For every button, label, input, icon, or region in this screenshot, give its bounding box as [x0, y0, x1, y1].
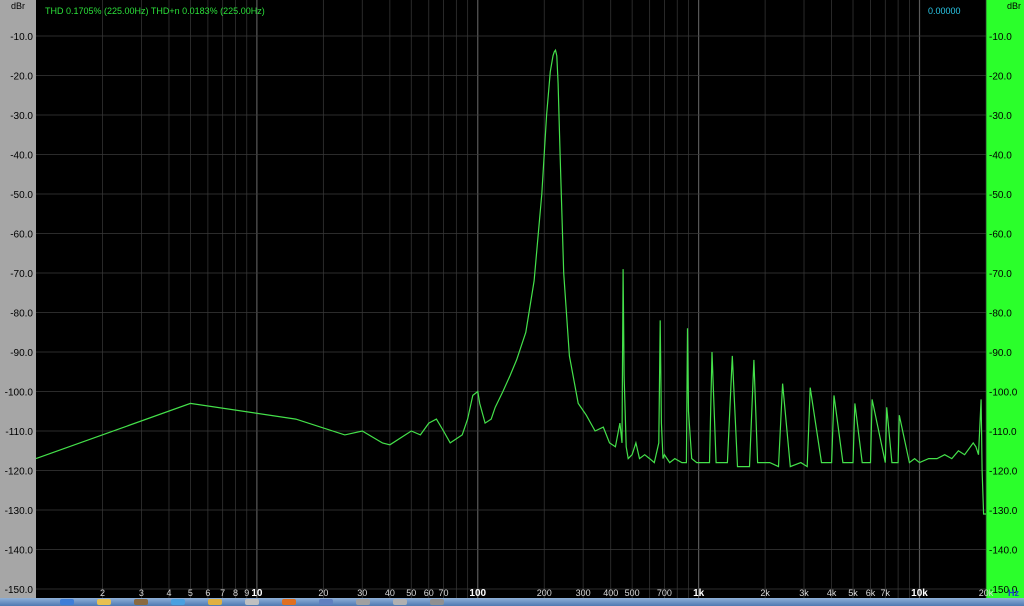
firefox-icon[interactable]: [282, 599, 296, 605]
x-tick-label: 4k: [827, 588, 837, 598]
x-tick-label: 6k: [866, 588, 876, 598]
y-tick-label: -150.0: [5, 585, 34, 596]
x-tick-label: 30: [357, 588, 367, 598]
plot-area: [36, 0, 986, 598]
y-tick-label-right: -120.0: [989, 467, 1018, 478]
y-tick-label: -10.0: [10, 32, 33, 43]
start-icon[interactable]: [60, 599, 74, 605]
y-tick-label-right: -60.0: [989, 230, 1012, 241]
x-tick-label: 400: [603, 588, 618, 598]
y-tick-label: -90.0: [10, 348, 33, 359]
y-tick-label-right: -40.0: [989, 151, 1012, 162]
y-tick-label-right: -90.0: [989, 348, 1012, 359]
y-tick-label: -110.0: [5, 427, 33, 438]
app-icon[interactable]: [393, 599, 407, 605]
y-tick-label-right: -140.0: [989, 546, 1018, 557]
y-tick-label-right: -110.0: [989, 427, 1017, 438]
y-tick-label-right: -130.0: [989, 506, 1018, 517]
x-tick-label: 5k: [848, 588, 858, 598]
y-tick-label-right: -10.0: [989, 32, 1012, 43]
y-tick-label-right: -30.0: [989, 111, 1012, 122]
app-icon[interactable]: [245, 599, 259, 605]
thd-readout: THD 0.1705% (225.00Hz) THD+n 0.0183% (22…: [45, 6, 265, 16]
y-tick-label-right: -20.0: [989, 72, 1012, 83]
cursor-readout: 0.00000: [928, 6, 961, 16]
x-tick-label: 50: [406, 588, 416, 598]
y-tick-label-right: -80.0: [989, 309, 1012, 320]
y-tick-label: -140.0: [5, 546, 34, 557]
y-tick-label: -80.0: [10, 309, 33, 320]
x-tick-label: 20k: [979, 588, 994, 598]
x-tick-label: 2k: [760, 588, 770, 598]
x-tick-label: 3: [139, 588, 144, 598]
y-tick-label: -70.0: [10, 269, 33, 280]
y-axis-label-left: dBr: [11, 1, 25, 11]
y-tick-label: -50.0: [10, 190, 33, 201]
y-tick-label: -40.0: [10, 151, 33, 162]
x-tick-label: 500: [625, 588, 640, 598]
x-tick-label: 200: [537, 588, 552, 598]
x-tick-label: 7: [220, 588, 225, 598]
spectrum-analyzer-chart: -10.0 -20.0 -30.0 -40.0 -50.0 -60.0 -70.0 -80.0…: [0, 0, 1024, 599]
app-icon[interactable]: [430, 599, 444, 605]
x-tick-label: 70: [439, 588, 449, 598]
x-tick-label: 700: [657, 588, 672, 598]
y-tick-label: -120.0: [5, 467, 34, 478]
y-tick-label: -100.0: [5, 388, 34, 399]
x-tick-label: 7k: [881, 588, 891, 598]
y-tick-label-right: -100.0: [989, 388, 1018, 399]
media-icon[interactable]: [134, 599, 148, 605]
y-tick-label-right: -50.0: [989, 190, 1012, 201]
y-tick-label: -130.0: [5, 506, 34, 517]
x-tick-label: 6: [205, 588, 210, 598]
y-tick-label: -30.0: [10, 111, 33, 122]
x-tick-label: 20: [318, 588, 328, 598]
app-icon[interactable]: [319, 599, 333, 605]
x-tick-label: 9: [244, 588, 249, 598]
x-tick-label: 3k: [799, 588, 809, 598]
x-tick-label: 300: [576, 588, 591, 598]
x-tick-label: 8: [233, 588, 238, 598]
browser-icon[interactable]: [171, 599, 185, 605]
y-tick-label-right: -70.0: [989, 269, 1012, 280]
x-tick-label: 2: [100, 588, 105, 598]
x-tick-label: 60: [424, 588, 434, 598]
folder-icon[interactable]: [208, 599, 222, 605]
y-axis-label-right: dBr: [1007, 1, 1021, 11]
x-tick-label: 4: [166, 588, 171, 598]
app-icon[interactable]: [356, 599, 370, 605]
x-tick-label: 40: [385, 588, 395, 598]
y-tick-label: -20.0: [10, 72, 33, 83]
taskbar: [0, 598, 1024, 606]
explorer-icon[interactable]: [97, 599, 111, 605]
x-axis-label: Hz: [1008, 588, 1019, 598]
y-tick-label: -60.0: [10, 230, 33, 241]
x-tick-label: 5: [188, 588, 193, 598]
